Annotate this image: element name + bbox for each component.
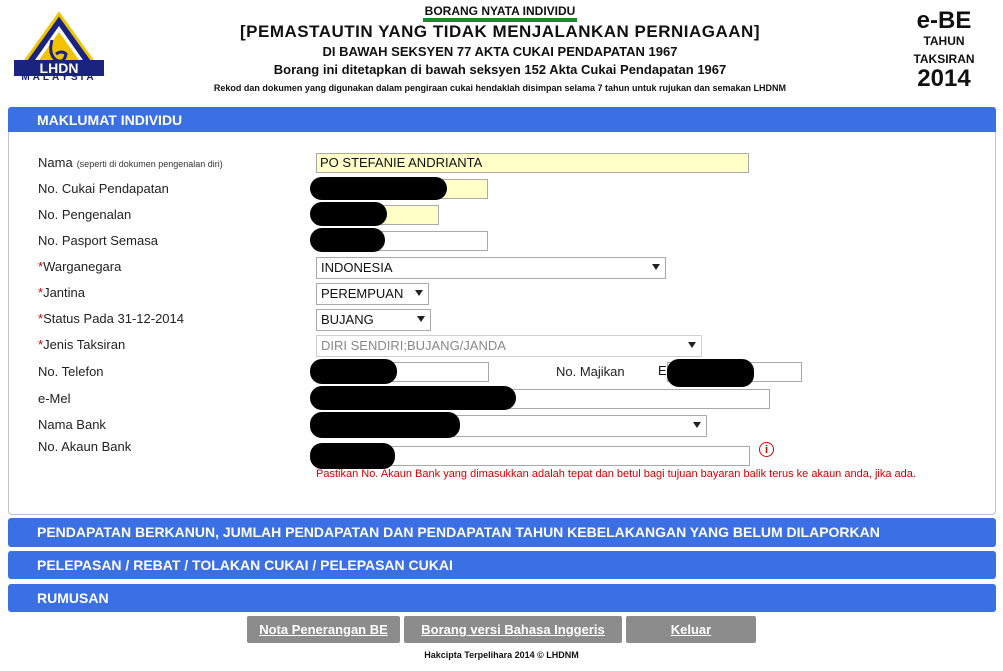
- chevron-down-icon: [652, 264, 660, 270]
- redaction-pasport: [310, 228, 385, 252]
- section-pendapatan[interactable]: PENDAPATAN BERKANUN, JUMLAH PENDAPATAN D…: [8, 518, 996, 547]
- redaction-telefon: [310, 359, 397, 384]
- nota-penerangan-button[interactable]: Nota Penerangan BE: [247, 616, 400, 643]
- akaun-label: No. Akaun Bank: [38, 439, 132, 454]
- jantina-label: *Jantina: [38, 285, 85, 300]
- section-pendapatan-title: PENDAPATAN BERKANUN, JUMLAH PENDAPATAN D…: [37, 524, 880, 540]
- form-subtitle-section: DI BAWAH SEKSYEN 77 AKTA CUKAI PENDAPATA…: [322, 44, 678, 59]
- status-label: *Status Pada 31-12-2014: [38, 311, 184, 326]
- info-icon[interactable]: i: [759, 442, 774, 457]
- majikan-label: No. Majikan: [556, 364, 625, 379]
- section-maklumat-individu[interactable]: MAKLUMAT INDIVIDU: [8, 107, 996, 133]
- section-maklumat-title: MAKLUMAT INDIVIDU: [37, 112, 183, 128]
- warganegara-value: INDONESIA: [321, 260, 393, 275]
- jenis-label-text: Jenis Taksiran: [43, 337, 126, 352]
- chevron-down-icon: [417, 316, 425, 322]
- warganegara-label: *Warganegara: [38, 259, 121, 274]
- warganegara-select[interactable]: INDONESIA: [316, 257, 666, 279]
- status-value: BUJANG: [321, 312, 374, 327]
- form-code: e-BE: [916, 7, 972, 34]
- telefon-label: No. Telefon: [38, 364, 104, 379]
- nama-input[interactable]: PO STEFANIE ANDRIANTA: [316, 153, 749, 173]
- akaun-warning: Pastikan No. Akaun Bank yang dimasukkan …: [316, 468, 916, 480]
- redaction-majikan: [667, 359, 754, 387]
- jantina-label-text: Jantina: [43, 285, 85, 300]
- status-select[interactable]: BUJANG: [316, 309, 431, 331]
- jantina-value: PEREMPUAN: [321, 286, 404, 301]
- nama-label: Nama (seperti di dokumen pengenalan diri): [38, 155, 223, 170]
- pengenalan-label: No. Pengenalan: [38, 207, 132, 222]
- jenis-value: DIRI SENDIRI;BUJANG/JANDA: [321, 338, 506, 353]
- assessment-year: 2014: [917, 65, 971, 92]
- redaction-bank: [310, 412, 460, 438]
- redaction-emel: [310, 386, 516, 410]
- chevron-down-icon: [693, 422, 701, 428]
- chevron-down-icon: [688, 342, 696, 348]
- redaction-cukai: [310, 177, 447, 200]
- cukai-label: No. Cukai Pendapatan: [38, 181, 169, 196]
- form-type-title: BORANG NYATA INDIVIDU: [422, 4, 578, 22]
- pasport-label: No. Pasport Semasa: [38, 233, 158, 248]
- tahun-label: TAHUN: [923, 34, 965, 48]
- bank-label: Nama Bank: [38, 417, 106, 432]
- jenis-taksiran-select[interactable]: DIRI SENDIRI;BUJANG/JANDA: [316, 335, 702, 357]
- chevron-down-icon: [415, 290, 423, 296]
- jenis-label: *Jenis Taksiran: [38, 337, 125, 352]
- page-header: LHDN MALAYSIA BORANG NYATA INDIVIDU [PEM…: [0, 0, 1003, 106]
- section-pelepasan-title: PELEPASAN / REBAT / TOLAKAN CUKAI / PELE…: [37, 557, 453, 573]
- nama-hint: (seperti di dokumen pengenalan diri): [76, 159, 223, 169]
- redaction-pengenalan: [310, 202, 387, 226]
- emel-label: e-Mel: [38, 391, 71, 406]
- warganegara-label-text: Warganegara: [43, 259, 122, 274]
- jantina-select[interactable]: PEREMPUAN: [316, 283, 429, 305]
- keluar-button[interactable]: Keluar: [626, 616, 756, 643]
- form-main-title: [PEMASTAUTIN YANG TIDAK MENJALANKAN PERN…: [240, 22, 760, 41]
- section-pelepasan[interactable]: PELEPASAN / REBAT / TOLAKAN CUKAI / PELE…: [8, 551, 996, 579]
- majikan-prefix: E: [658, 363, 667, 378]
- redaction-akaun: [310, 443, 395, 469]
- nama-label-text: Nama: [38, 155, 73, 170]
- logo-malaysia-text: MALAYSIA: [21, 72, 97, 83]
- form-subtitle-prescribed: Borang ini ditetapkan di bawah seksyen 1…: [273, 62, 727, 77]
- english-version-button[interactable]: Borang versi Bahasa Inggeris: [404, 616, 622, 643]
- status-label-text: Status Pada 31-12-2014: [43, 311, 184, 326]
- section-rumusan-title: RUMUSAN: [37, 590, 109, 606]
- form-record-notice: Rekod dan dokumen yang digunakan dalam p…: [213, 83, 787, 93]
- section-rumusan[interactable]: RUMUSAN: [8, 584, 996, 612]
- copyright-footer: Hakcipta Terpelihara 2014 © LHDNM: [424, 650, 579, 660]
